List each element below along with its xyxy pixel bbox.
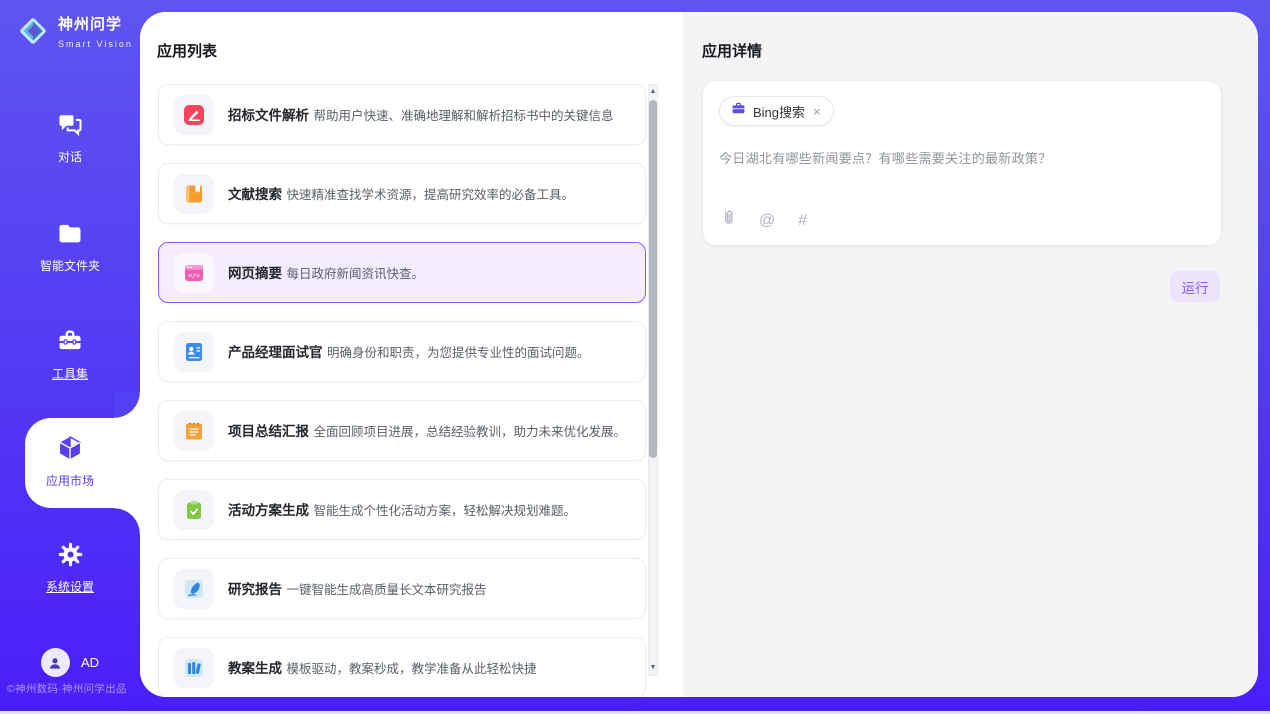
app-title: 产品经理面试官 <box>228 345 323 360</box>
sidebar-item-chat[interactable]: 对话 <box>0 110 140 165</box>
chip-close-icon[interactable]: × <box>812 104 822 119</box>
scrollbar-thumb[interactable] <box>649 100 657 458</box>
sidebar-item-label: 对话 <box>0 148 140 165</box>
book-icon <box>174 174 214 214</box>
gear-icon <box>57 541 84 569</box>
chat-icon <box>56 110 84 138</box>
sidebar-item-settings[interactable]: 系统设置 <box>0 541 140 595</box>
user-avatar-icon <box>41 648 70 677</box>
app-desc: 帮助用户快速、准确地理解和解析招标书中的关键信息 <box>313 109 613 123</box>
books-icon <box>174 648 214 688</box>
brand-name: 神州问学 <box>58 16 122 33</box>
list-item-project-summary[interactable]: 项目总结汇报 全面回顾项目进展，总结经验教训，助力未来优化发展。 <box>158 400 646 461</box>
prompt-input[interactable]: 今日湖北有哪些新闻要点？有哪些需要关注的最新政策？ <box>719 148 1205 167</box>
app-title: 网页摘要 <box>228 266 282 281</box>
sidebar-item-label: 应用市场 <box>0 472 140 489</box>
prompt-toolbar: @ # <box>720 209 807 232</box>
brand-logo: 神州问学 Smart Vision <box>16 14 140 53</box>
app-title: 教案生成 <box>228 661 282 676</box>
sidebar-item-label: 智能文件夹 <box>0 257 140 274</box>
sidebar-item-label: 工具集 <box>0 365 140 382</box>
scrollbar[interactable]: ▲ ▼ <box>648 84 658 676</box>
hash-icon[interactable]: # <box>798 212 807 230</box>
sidebar-item-smart-folder[interactable]: 智能文件夹 <box>0 219 140 274</box>
app-desc: 每日政府新闻资讯快查。 <box>286 267 424 281</box>
mention-icon[interactable]: @ <box>759 212 775 230</box>
sidebar: 神州问学 Smart Vision 对话 智能文件夹 <box>0 0 140 714</box>
app-detail-title: 应用详情 <box>702 40 762 61</box>
tool-chip-label: Bing搜索 <box>753 102 805 121</box>
clipboard-check-icon <box>174 490 214 530</box>
scroll-up-icon[interactable]: ▲ <box>649 87 657 97</box>
folder-icon <box>56 219 84 247</box>
app-desc: 全面回顾项目进展，总结经验教训，助力未来优化发展。 <box>313 425 626 439</box>
app-title: 招标文件解析 <box>228 108 309 123</box>
brand-subtitle: Smart Vision <box>58 39 133 49</box>
list-item-web-summary[interactable]: </> 网页摘要 每日政府新闻资讯快查。 <box>158 242 646 303</box>
run-button[interactable]: 运行 <box>1170 271 1220 302</box>
list-item-event-plan[interactable]: 活动方案生成 智能生成个性化活动方案，轻松解决规划难题。 <box>158 479 646 540</box>
briefcase-icon <box>731 101 746 121</box>
list-item-pm-interviewer[interactable]: 产品经理面试官 明确身份和职责，为您提供专业性的面试问题。 <box>158 321 646 382</box>
app-list: 招标文件解析 帮助用户快速、准确地理解和解析招标书中的关键信息 文献搜索 快速精… <box>158 84 646 697</box>
content-shell: 应用列表 招标文件解析 帮助用户快速、准确地理解和解析招标书中的关键信息 <box>140 12 1258 697</box>
sidebar-item-toolset[interactable]: 工具集 <box>0 327 140 382</box>
app-desc: 快速精准查找学术资源，提高研究效率的必备工具。 <box>286 188 574 202</box>
tool-chip[interactable]: Bing搜索 × <box>719 96 834 126</box>
user-account[interactable]: AD <box>0 648 140 677</box>
svg-text:</>: </> <box>188 271 200 279</box>
app-desc: 一键智能生成高质量长文本研究报告 <box>286 583 486 597</box>
ink-pen-icon <box>174 569 214 609</box>
app-desc: 智能生成个性化活动方案，轻松解决规划难题。 <box>313 504 576 518</box>
list-item-research-report[interactable]: 研究报告 一键智能生成高质量长文本研究报告 <box>158 558 646 619</box>
app-list-title: 应用列表 <box>157 40 217 61</box>
bubble-fillet-bottom <box>114 508 140 534</box>
prompt-card: Bing搜索 × 今日湖北有哪些新闻要点？有哪些需要关注的最新政策？ @ # <box>702 80 1222 246</box>
list-item-bid-parse[interactable]: 招标文件解析 帮助用户快速、准确地理解和解析招标书中的关键信息 <box>158 84 646 145</box>
app-list-panel: 应用列表 招标文件解析 帮助用户快速、准确地理解和解析招标书中的关键信息 <box>140 12 683 697</box>
app-title: 文献搜索 <box>228 187 282 202</box>
document-edit-icon <box>174 95 214 135</box>
toolbox-icon <box>56 327 84 355</box>
app-desc: 模板驱动，教案秒成，教学准备从此轻松快捷 <box>286 662 536 676</box>
app-title: 研究报告 <box>228 582 282 597</box>
app-title: 项目总结汇报 <box>228 424 309 439</box>
sidebar-footer: ©神州数码·神州问学出品 <box>7 681 147 696</box>
sidebar-item-app-market[interactable]: 应用市场 <box>0 434 140 489</box>
browser-code-icon: </> <box>174 253 214 293</box>
list-item-lesson-plan[interactable]: 教案生成 模板驱动，教案秒成，教学准备从此轻松快捷 <box>158 637 646 697</box>
scroll-down-icon[interactable]: ▼ <box>649 663 657 673</box>
list-item-literature-search[interactable]: 文献搜索 快速精准查找学术资源，提高研究效率的必备工具。 <box>158 163 646 224</box>
paperclip-icon[interactable] <box>720 209 736 232</box>
app-title: 活动方案生成 <box>228 503 309 518</box>
resume-icon <box>174 332 214 372</box>
cube-icon <box>56 434 84 462</box>
app-detail-panel: 应用详情 Bing搜索 × 今日湖北有哪些新闻要点？有哪些需要关注的最新政策？ <box>683 12 1258 697</box>
bubble-fillet-top <box>114 392 140 418</box>
sidebar-item-label: 系统设置 <box>0 578 140 595</box>
note-icon <box>174 411 214 451</box>
user-initials: AD <box>81 655 99 670</box>
app-desc: 明确身份和职责，为您提供专业性的面试问题。 <box>327 346 590 360</box>
diamond-logo-icon <box>16 14 50 53</box>
